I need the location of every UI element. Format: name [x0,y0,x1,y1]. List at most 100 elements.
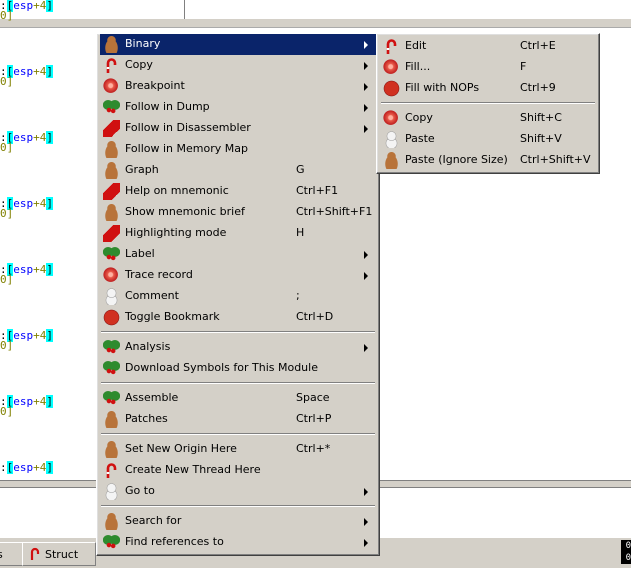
operand-token: esp [13,395,34,408]
menu-item[interactable]: Download Symbols for This Module [100,358,376,379]
stop-icon [103,309,120,326]
submenu-item-label: Fill... [405,60,431,73]
menu-item[interactable]: Follow in Disassembler [100,118,376,139]
menu-item[interactable]: Create New Thread Here [100,460,376,481]
gingerbread-icon [103,441,120,458]
submenu-item[interactable]: Paste Shift+V [380,129,596,150]
corner-readout: 0 0 [621,540,631,564]
menu-item[interactable]: Highlighting mode H [100,223,376,244]
menu-item[interactable]: Assemble Space [100,388,376,409]
menu-item-shortcut: Ctrl+F1 [296,184,339,197]
menu-item-label: Copy [125,58,153,71]
menu-item[interactable]: Set New Origin Here Ctrl+* [100,439,376,460]
submenu-item-label: Paste (Ignore Size) [405,153,508,166]
menu-item-shortcut: H [296,226,305,239]
menu-separator [101,331,375,333]
operand-token: ] [46,263,53,276]
menu-item[interactable]: Follow in Memory Map [100,139,376,160]
tab-partial-left[interactable]: s [0,542,24,566]
operand-token: esp [13,461,34,474]
santa-hat-icon [103,120,120,137]
submenu-arrow-icon [364,125,368,133]
candy-cane-icon [383,38,400,55]
menu-item[interactable]: Trace record [100,265,376,286]
snowman-icon [383,131,400,148]
operand-token: ] [46,131,53,144]
ornament-ball-icon [103,78,120,95]
submenu-arrow-icon [364,251,368,259]
submenu-item[interactable]: Paste (Ignore Size) Ctrl+Shift+V [380,150,596,171]
menu-item-label: Trace record [125,268,193,281]
operand-token: +4 [33,0,47,12]
submenu-item[interactable]: Fill... F [380,57,596,78]
menu-item[interactable]: Label [100,244,376,265]
menu-item-shortcut: Ctrl+Shift+F1 [296,205,373,218]
menu-item-label: Assemble [125,391,179,404]
menu-item[interactable]: Patches Ctrl+P [100,409,376,430]
submenu-arrow-icon [364,41,368,49]
submenu-arrow-icon [364,344,368,352]
candy-cane-icon [103,462,120,479]
operand-token: ] [46,0,53,12]
menu-item-shortcut: ; [296,289,300,302]
submenu-item[interactable]: Edit Ctrl+E [380,36,596,57]
submenu-arrow-icon [364,83,368,91]
submenu-item-shortcut: Shift+C [520,111,562,124]
menu-item-shortcut: Ctrl+* [296,442,331,455]
candy-cane-icon [30,547,40,560]
operand-token: +4 [33,263,47,276]
operand-token: +4 [33,131,47,144]
tab-struct-label: Struct [45,547,79,561]
menu-item[interactable]: Comment; [100,286,376,307]
header-band [0,19,631,28]
menu-item-label: Comment [125,289,179,302]
menu-item-label: Toggle Bookmark [125,310,220,323]
submenu-item-label: Edit [405,39,427,52]
operand-token: esp [13,197,34,210]
gingerbread-icon [103,162,120,179]
submenu-arrow-icon [364,62,368,70]
menu-item-label: Follow in Disassembler [125,121,251,134]
operand-subvalue: 0] [0,75,14,88]
menu-item-label: Find references to [125,535,224,548]
submenu-item-label: Paste [405,132,435,145]
menu-item[interactable]: Analysis [100,337,376,358]
menu-item-label: Breakpoint [125,79,185,92]
menu-item-shortcut: G [296,163,305,176]
menu-item-label: Analysis [125,340,171,353]
menu-item[interactable]: Copy [100,55,376,76]
submenu-item-shortcut: Ctrl+E [520,39,556,52]
holly-icon [103,360,120,377]
tab-struct[interactable]: Struct [22,542,96,566]
menu-item[interactable]: Go to [100,481,376,502]
operand-token: esp [13,65,34,78]
santa-hat-icon [103,183,120,200]
operand-token: esp [13,263,34,276]
operand-subvalue: 0] [0,273,14,286]
menu-item[interactable]: Show mnemonic brief Ctrl+Shift+F1 [100,202,376,223]
menu-item[interactable]: Graph G [100,160,376,181]
snowman-icon [103,483,120,500]
menu-item[interactable]: Toggle Bookmark Ctrl+D [100,307,376,328]
menu-separator [101,505,375,507]
menu-item[interactable]: Search for [100,511,376,532]
ornament-ball-icon [103,267,120,284]
menu-item[interactable]: Follow in Dump [100,97,376,118]
operand-token: +4 [33,461,47,474]
gingerbread-icon [103,36,120,53]
menu-item[interactable]: Find references to [100,532,376,553]
submenu-item[interactable]: Copy Shift+C [380,108,596,129]
submenu-item[interactable]: Fill with NOPs Ctrl+9 [380,78,596,99]
menu-item[interactable]: Breakpoint [100,76,376,97]
menu-item-label: Show mnemonic brief [125,205,245,218]
menu-item[interactable]: Help on mnemonic Ctrl+F1 [100,181,376,202]
operand-token: esp [13,0,34,12]
menu-item-label: Patches [125,412,168,425]
submenu-item-label: Copy [405,111,433,124]
operand-token: ] [46,395,53,408]
submenu-arrow-icon [364,539,368,547]
menu-item-shortcut: Ctrl+D [296,310,334,323]
menu-item-label: Label [125,247,155,260]
operand-subvalue: 0] [0,339,14,352]
menu-item[interactable]: Binary [100,34,376,55]
